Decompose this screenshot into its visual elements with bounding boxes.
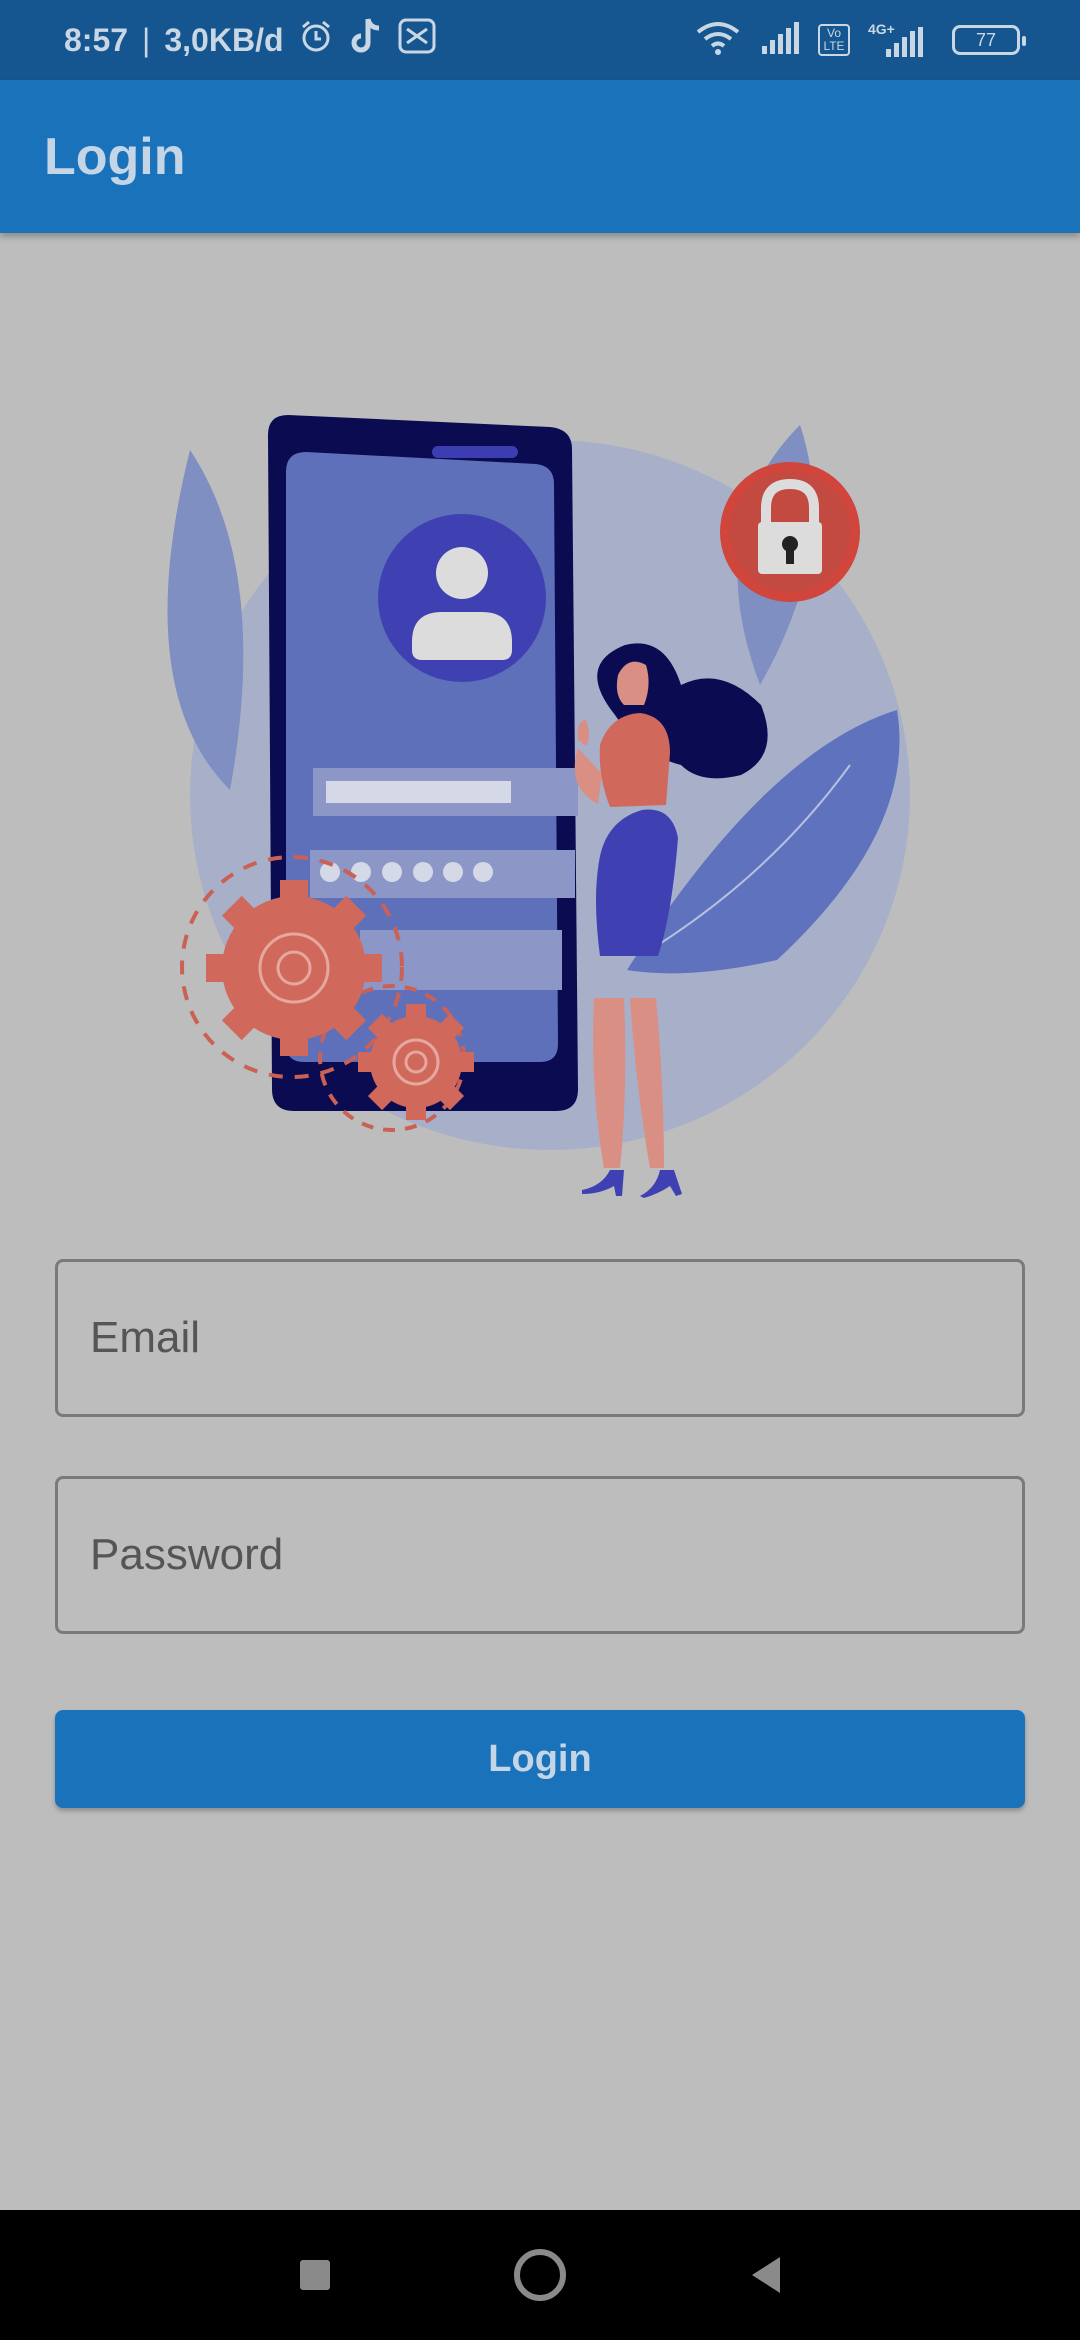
home-button[interactable] (495, 2210, 585, 2340)
back-triangle-icon (752, 2257, 780, 2293)
login-button[interactable]: Login (55, 1710, 1025, 1808)
tiktok-icon (348, 16, 384, 64)
square-icon (300, 2260, 330, 2290)
status-separator: | (142, 21, 151, 58)
capcut-icon (398, 18, 436, 62)
back-button[interactable] (720, 2210, 810, 2340)
battery-icon: 77 (952, 25, 1026, 55)
email-field[interactable]: Email (55, 1259, 1025, 1417)
status-left: 8:57 | 3,0KB/d (64, 0, 436, 80)
password-placeholder: Password (90, 1530, 284, 1579)
status-right: Vo LTE 4G+ 77 (694, 0, 1026, 80)
status-speed: 3,0KB/d (164, 21, 284, 58)
status-bar: 8:57 | 3,0KB/d Vo LTE 4G+ 77 (0, 0, 1080, 80)
recents-button[interactable] (270, 2210, 360, 2340)
battery-level: 77 (975, 29, 997, 50)
app-bar: Login (0, 80, 1080, 233)
email-placeholder: Email (90, 1313, 201, 1362)
volte-icon: Vo LTE (818, 24, 850, 56)
signal-icon (760, 21, 800, 59)
navigation-bar (0, 2210, 1080, 2340)
signal-4g-icon: 4G+ (868, 21, 924, 57)
circle-icon (514, 2249, 566, 2301)
page-title: Login (44, 127, 186, 186)
wifi-icon (694, 20, 742, 61)
alarm-icon (298, 18, 334, 62)
login-illustration (167, 415, 910, 1198)
password-field[interactable]: Password (55, 1476, 1025, 1634)
status-time: 8:57 (64, 21, 129, 58)
